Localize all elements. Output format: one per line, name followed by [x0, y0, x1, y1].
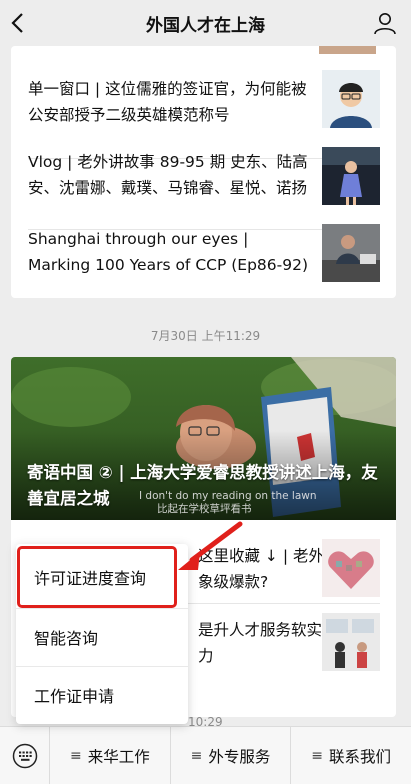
- red-arrow-icon: [178, 521, 243, 570]
- menu-item-work-permit-apply[interactable]: 工作证申请: [16, 666, 188, 724]
- article-item[interactable]: Vlog | 老外讲故事 89-95 期 史东、陆高安、沈雷娜、戴璞、马锦睿、星…: [28, 145, 380, 230]
- menu-lines-icon: ≡: [69, 747, 82, 764]
- article-thumbnail: [322, 539, 380, 597]
- menu-lines-icon: ≡: [190, 747, 203, 764]
- menu-lines-icon: ≡: [311, 747, 324, 764]
- article-thumbnail: [322, 147, 380, 205]
- highlight-box: [17, 546, 177, 608]
- message-timestamp: 7月30日 上午11:29: [150, 329, 261, 343]
- menu-button-expert-services[interactable]: ≡ 外专服务: [171, 726, 292, 784]
- menu-button-label: 来华工作: [87, 747, 150, 766]
- keyboard-toggle[interactable]: [0, 726, 50, 784]
- video-subtitle-cn: 比起在学校草坪看书: [157, 503, 252, 515]
- keyboard-icon: [12, 743, 37, 768]
- bottom-menu-bar: ≡ 来华工作 ≡ 外专服务 ≡ 联系我们: [0, 726, 411, 784]
- menu-button-contact-us[interactable]: ≡ 联系我们: [291, 727, 411, 784]
- article-item[interactable]: 单一窗口 | 这位儒雅的签证官，为何能被公安部授予二级英雄模范称号: [28, 68, 380, 159]
- top-bar: 外国人才在上海: [0, 0, 411, 46]
- article-thumbnail: [322, 613, 380, 671]
- featured-image: 寄语中国 ② | 上海大学爱睿思教授讲述上海，友善宜居之城 I don't do…: [11, 357, 396, 520]
- menu-button-work-in-china[interactable]: ≡ 来华工作: [50, 726, 171, 784]
- article-title: Vlog | 老外讲故事 89-95 期 史东、陆高安、沈雷娜、戴璞、马锦睿、星…: [28, 153, 308, 197]
- profile-icon[interactable]: [373, 11, 397, 35]
- back-arrow-icon[interactable]: [8, 10, 30, 36]
- article-title-fragment: 是升人才服务软实 力: [198, 621, 323, 665]
- menu-item-smart-consult[interactable]: 智能咨询: [16, 608, 188, 666]
- page-title: 外国人才在上海: [146, 15, 265, 36]
- menu-button-label: 外专服务: [208, 747, 271, 766]
- menu-button-label: 联系我们: [329, 747, 392, 766]
- video-subtitle-en: I don't do my reading on the lawn: [139, 490, 317, 502]
- article-title: Shanghai through our eyes | Marking 100 …: [28, 230, 308, 274]
- article-item[interactable]: Shanghai through our eyes | Marking 100 …: [28, 222, 380, 294]
- article-thumbnail-peek: [319, 46, 376, 54]
- article-thumbnail: [322, 224, 380, 282]
- article-thumbnail: [322, 70, 380, 128]
- article-list-card: 单一窗口 | 这位儒雅的签证官，为何能被公安部授予二级英雄模范称号 Vlog |…: [11, 46, 396, 298]
- article-title: 单一窗口 | 这位儒雅的签证官，为何能被公安部授予二级英雄模范称号: [28, 80, 307, 124]
